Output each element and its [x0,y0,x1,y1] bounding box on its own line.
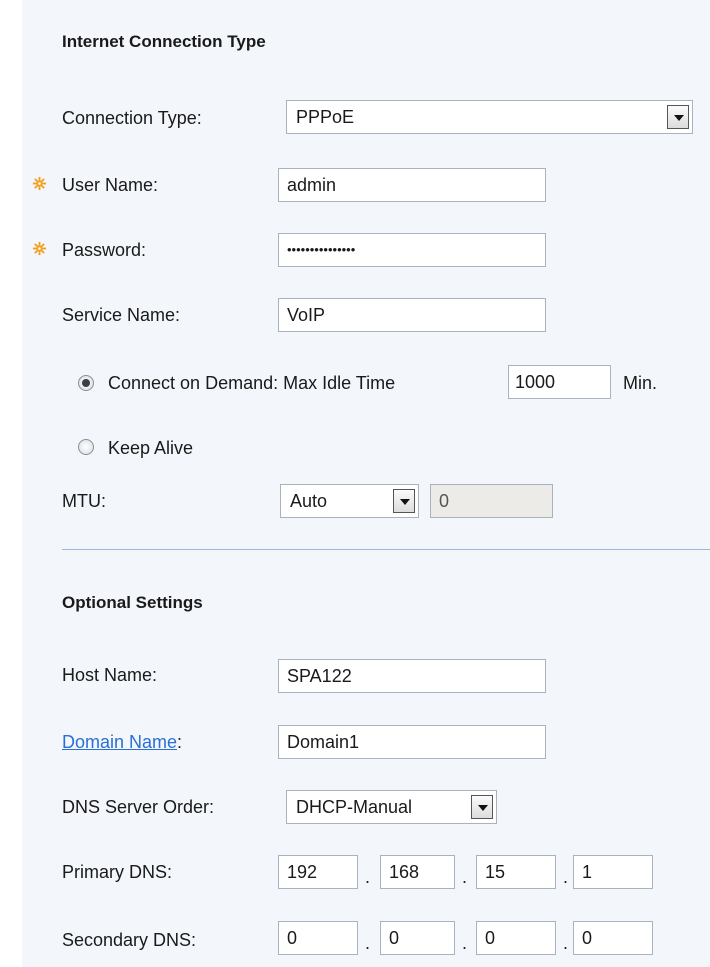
required-star-icon [32,176,47,191]
primary-dns-octet-1[interactable]: 192 [278,855,358,889]
keep-alive-radio[interactable] [78,439,94,455]
primary-dns-octet-3[interactable]: 15 [476,855,556,889]
ip-dot: . [365,933,371,953]
domain-name-link[interactable]: Domain Name [62,732,177,752]
dns-server-order-label: DNS Server Order: [62,797,215,817]
secondary-dns-octet-2[interactable]: 0 [380,921,455,955]
secondary-dns-octet-4[interactable]: 0 [573,921,653,955]
mtu-size-input: 0 [430,484,553,518]
max-idle-time-unit: Min. [623,373,658,393]
ip-dot: . [462,867,468,887]
dns-server-order-value: DHCP-Manual [296,797,413,817]
ip-dot: . [365,867,371,887]
secondary-dns-label: Secondary DNS: [62,930,197,950]
section-title-optional: Optional Settings [62,593,203,612]
user-name-input[interactable]: admin [278,168,546,202]
secondary-dns-octet-3[interactable]: 0 [476,921,556,955]
chevron-down-icon [667,105,689,129]
primary-dns-label: Primary DNS: [62,862,173,882]
domain-name-colon: : [177,732,183,752]
connection-type-label: Connection Type: [62,108,202,128]
ip-dot: . [563,933,569,953]
max-idle-time-input[interactable]: 1000 [508,365,611,399]
dns-server-order-select[interactable]: DHCP-Manual [286,790,497,824]
service-name-label: Service Name: [62,305,181,325]
domain-name-input[interactable]: Domain1 [278,725,546,759]
host-name-input[interactable]: SPA122 [278,659,546,693]
password-input[interactable]: ••••••••••••••• [278,233,546,267]
secondary-dns-octet-1[interactable]: 0 [278,921,358,955]
required-star-icon [32,241,47,256]
section-title-internet: Internet Connection Type [62,32,266,51]
password-label: Password: [62,240,147,260]
mtu-label: MTU: [62,491,106,511]
chevron-down-icon [471,795,493,819]
section-divider [62,549,710,550]
service-name-input[interactable]: VoIP [278,298,546,332]
keep-alive-label: Keep Alive [108,438,194,458]
chevron-down-icon [393,489,415,513]
connection-type-select[interactable]: PPPoE [286,100,693,134]
mtu-mode-value: Auto [290,491,328,511]
connect-on-demand-label: Connect on Demand: Max Idle Time [108,373,396,393]
primary-dns-octet-4[interactable]: 1 [573,855,653,889]
connection-type-value: PPPoE [296,107,355,127]
mtu-mode-select[interactable]: Auto [280,484,419,518]
connect-on-demand-radio[interactable] [78,375,94,391]
ip-dot: . [462,933,468,953]
domain-name-label-row: Domain Name: [62,731,182,753]
primary-dns-octet-2[interactable]: 168 [380,855,455,889]
ip-dot: . [563,867,569,887]
user-name-label: User Name: [62,175,159,195]
host-name-label: Host Name: [62,665,158,685]
